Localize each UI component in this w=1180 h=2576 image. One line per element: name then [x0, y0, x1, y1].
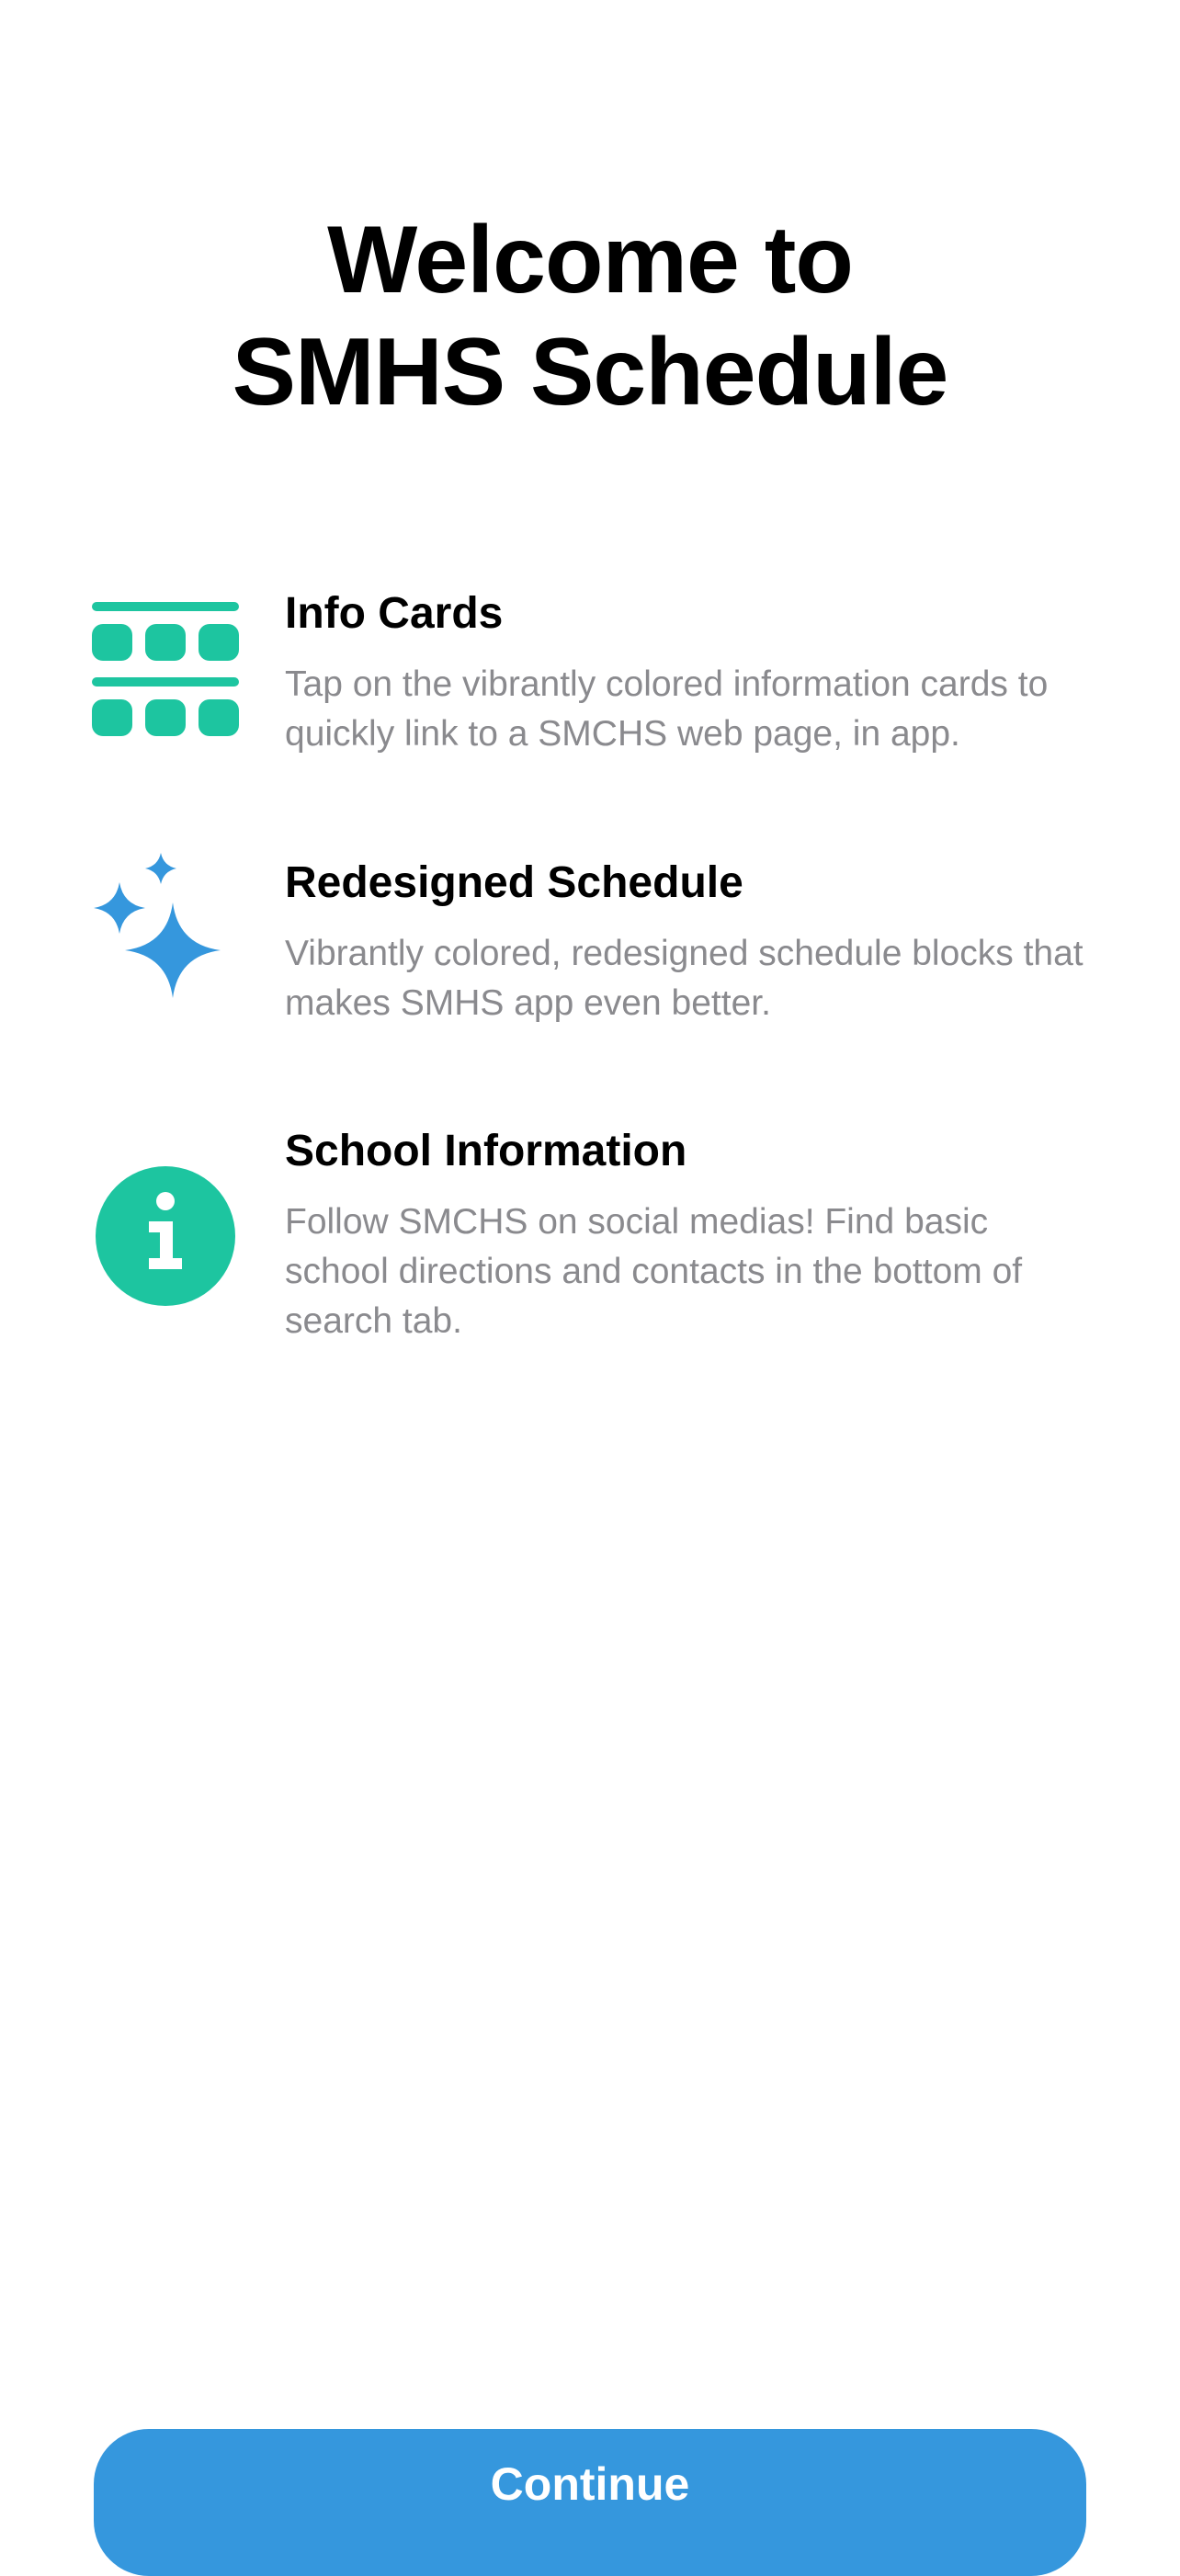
feature-title: Redesigned Schedule [285, 858, 743, 907]
grid-cards-icon [92, 602, 239, 749]
feature-description: Follow SMCHS on social medias! Find basi… [285, 1202, 1023, 1341]
title-line-1: Welcome to [327, 207, 854, 313]
feature-title: Info Cards [285, 589, 504, 638]
feature-description: Vibrantly colored, redesigned schedule b… [285, 934, 1084, 1023]
sparkles-icon [92, 853, 239, 1014]
title-line-2: SMHS Schedule [232, 319, 949, 426]
continue-button[interactable]: Continue [94, 2429, 1086, 2576]
feature-description: Tap on the vibrantly colored information… [285, 664, 1049, 754]
page-title: Welcome to SMHS Schedule [0, 204, 1180, 428]
feature-title: School Information [285, 1127, 687, 1175]
info-circle-icon [92, 1163, 239, 1310]
